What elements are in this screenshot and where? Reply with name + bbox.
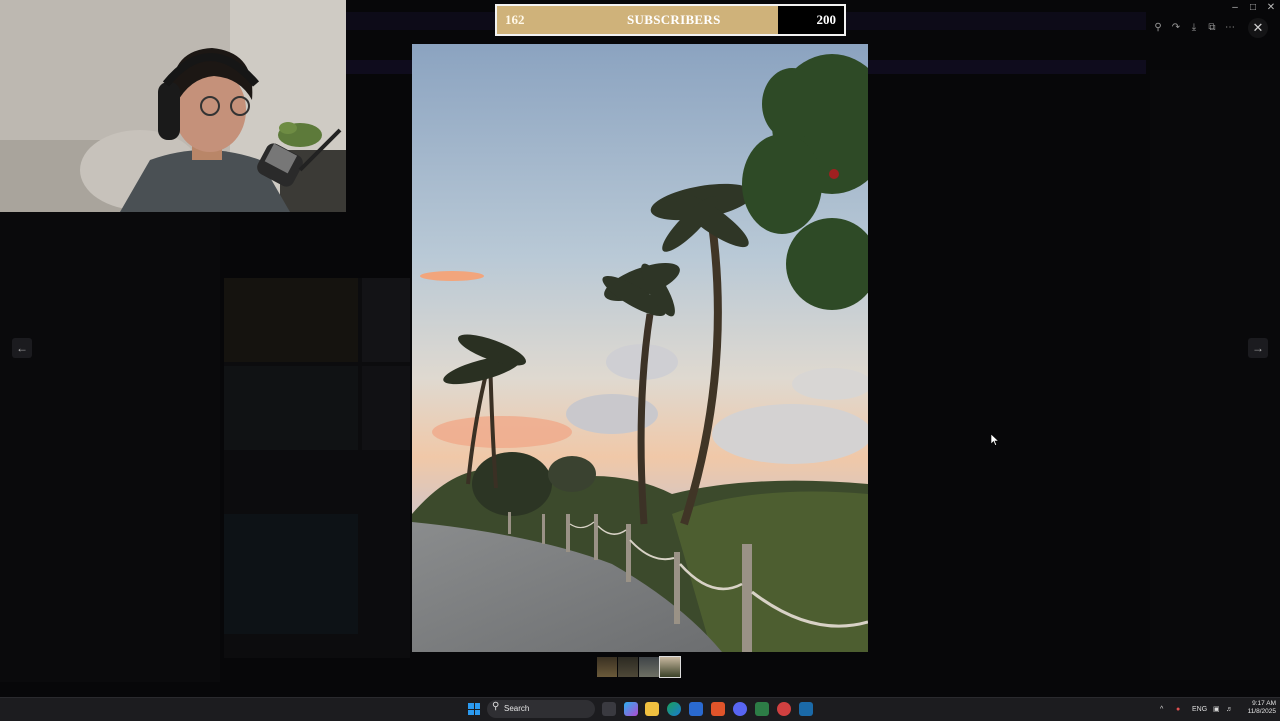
thumbnail-selected[interactable] — [659, 656, 681, 678]
system-clock[interactable]: 9:17 AM 11/8/2025 — [1240, 700, 1276, 716]
volume-icon[interactable]: ♬ — [1226, 698, 1233, 721]
taskbar-search[interactable]: ⚲ Search — [487, 700, 595, 718]
thumbnail[interactable] — [597, 657, 617, 677]
open-external-icon[interactable]: ⧉ — [1204, 19, 1220, 37]
microphone-icon[interactable]: ● — [1176, 698, 1180, 721]
close-icon: ✕ — [1252, 20, 1264, 35]
store-icon[interactable] — [689, 702, 703, 716]
background-sidebar — [0, 212, 220, 682]
previous-image-button[interactable]: ← — [12, 338, 32, 358]
copilot-icon[interactable] — [624, 702, 638, 716]
maximize-icon[interactable]: □ — [1244, 0, 1262, 16]
subscriber-label: SUBSCRIBERS — [627, 12, 721, 27]
file-explorer-icon[interactable] — [645, 702, 659, 716]
thumbnail[interactable] — [639, 657, 659, 677]
close-viewer-button[interactable]: ✕ — [1248, 18, 1268, 38]
background-member-list — [1150, 70, 1280, 680]
more-icon[interactable]: ⋯ — [1222, 19, 1238, 37]
language-indicator[interactable]: ENG — [1192, 698, 1207, 721]
window-controls: – □ ✕ — [1226, 0, 1280, 16]
viewer-toolbar: ⚲ ↷ ⤓ ⧉ ⋯ — [1150, 19, 1238, 37]
sunset-beach-photo — [412, 44, 868, 652]
search-icon: ⚲ — [492, 701, 500, 712]
subscriber-goal: 200 — [816, 12, 837, 27]
windows-start-icon[interactable] — [468, 703, 480, 715]
arrow-right-icon: → — [1252, 341, 1264, 355]
background-gallery — [224, 278, 410, 658]
brave-icon[interactable] — [711, 702, 725, 716]
clock-date: 11/8/2025 — [1247, 708, 1276, 715]
mouse-cursor-icon — [991, 434, 999, 446]
subscriber-goal-widget: 162 SUBSCRIBERS 200 — [495, 4, 846, 36]
excel-icon[interactable] — [755, 702, 769, 716]
webcam-feed — [0, 0, 346, 212]
app-icon[interactable] — [777, 702, 791, 716]
subscriber-count: 162 — [505, 12, 525, 27]
window-close-icon[interactable]: ✕ — [1262, 0, 1280, 16]
clock-time: 9:17 AM — [1252, 700, 1276, 707]
search-label: Search — [504, 704, 530, 713]
tray-expand-icon[interactable]: ^ — [1160, 698, 1163, 721]
minimize-icon[interactable]: – — [1226, 0, 1244, 16]
steam-icon[interactable] — [799, 702, 813, 716]
download-icon[interactable]: ⤓ — [1186, 19, 1202, 37]
network-icon[interactable]: ▣ — [1213, 698, 1220, 721]
share-icon[interactable]: ↷ — [1168, 19, 1184, 37]
next-image-button[interactable]: → — [1248, 338, 1268, 358]
thumbnail-strip — [597, 656, 681, 678]
task-view-icon[interactable] — [602, 702, 616, 716]
zoom-icon[interactable]: ⚲ — [1150, 19, 1166, 37]
thumbnail[interactable] — [618, 657, 638, 677]
arrow-left-icon: ← — [16, 341, 28, 355]
discord-icon[interactable] — [733, 702, 747, 716]
windows-taskbar: ⚲ Search ^ ● ENG ▣ ♬ 9:17 AM 11/8/2025 — [0, 697, 1280, 721]
edge-icon[interactable] — [667, 702, 681, 716]
